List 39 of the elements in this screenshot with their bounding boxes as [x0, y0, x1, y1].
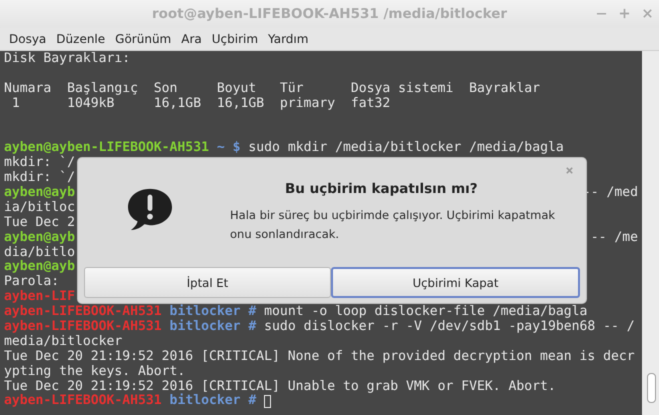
terminal-line: 1 1049kB 16,1GB 16,1GB primary fat32	[10, 96, 390, 112]
terminal-line: ayben-LIFEBOOK-AH531 bitlocker # mount -o loop dislocker-file /media/bagla	[4, 305, 588, 320]
dialog-title: Bu uçbirim kapatılsın mı?	[285, 181, 479, 197]
terminal-line: ayben-LIFEBOOK-AH531 bitlocker #	[4, 394, 256, 410]
menu-item[interactable]: Uçbirim	[206, 32, 264, 46]
dialog-message: Hala bir süreç bu uçbirimde çalışıyor. Uçbirimi kapatmak onu sonlandıracak.	[230, 207, 556, 243]
terminal-line: Numara Başlangıç Son Boyut Tür Dosya sistemi Bayraklar	[4, 82, 540, 97]
terminal-line: Tue Dec 20 21:19:52 2016 [CRITICAL] Unable to grab VMK or FVEK. Abort.	[4, 380, 556, 394]
menu-item[interactable]: Dosya	[4, 32, 52, 46]
menu-item[interactable]: Düzenle	[51, 32, 110, 46]
dialog-button[interactable]: Uçbirimi Kapat	[331, 267, 580, 298]
terminal-line: mkdir: `/	[4, 156, 75, 170]
terminal-line: ayben@ayb	[4, 186, 75, 201]
dialog-button[interactable]: İptal Et	[84, 267, 331, 298]
text-cursor	[264, 395, 272, 408]
terminal-line: ayben@ayb	[4, 230, 75, 246]
menu-item[interactable]: Yardım	[263, 32, 314, 46]
terminal-line: Parola:	[4, 275, 60, 290]
terminal-line: Tue Dec 20 21:19:52 2016 [CRITICAL] None of the provided decryption mean is decr	[4, 350, 635, 365]
terminal-line: ia/bitloc	[4, 200, 75, 216]
terminal-line: ayben-LIFEBOOK-AH531 bitlocker # sudo dislocker -r -V /dev/sdb1 -pay19ben68 -- /	[4, 320, 635, 335]
window-title: root@ayben-LIFEBOOK-AH531 /media/bitlocker	[152, 6, 508, 22]
terminal-line: ayben@ayb	[4, 260, 75, 275]
terminal-line: Disk Bayrakları:	[4, 52, 130, 67]
scrollbar[interactable]	[642, 51, 659, 415]
terminal-line: mkdir: `/	[4, 171, 75, 186]
close-icon[interactable]	[642, 8, 653, 19]
maximize-icon[interactable]	[619, 8, 630, 19]
close-icon[interactable]	[565, 166, 574, 175]
terminal-line: ypting the keys. Abort.	[4, 364, 186, 380]
terminal-line: -- /me	[590, 230, 638, 246]
speech-bubble-exclamation-icon	[126, 187, 174, 231]
menu-item[interactable]: Ara	[176, 32, 207, 46]
terminal-line: dia/bitlo	[4, 246, 75, 260]
terminal-line: media/bitlocker	[4, 334, 122, 350]
terminal-line: ayben-LIF	[4, 290, 75, 305]
terminal-line: ayben@ayben-LIFEBOOK-AH531 ~ $ sudo mkdir /media/bitlocker /media/bagla	[4, 141, 564, 156]
terminal-line: Tue Dec 2	[4, 216, 75, 231]
menu-item[interactable]: Görünüm	[110, 32, 176, 46]
